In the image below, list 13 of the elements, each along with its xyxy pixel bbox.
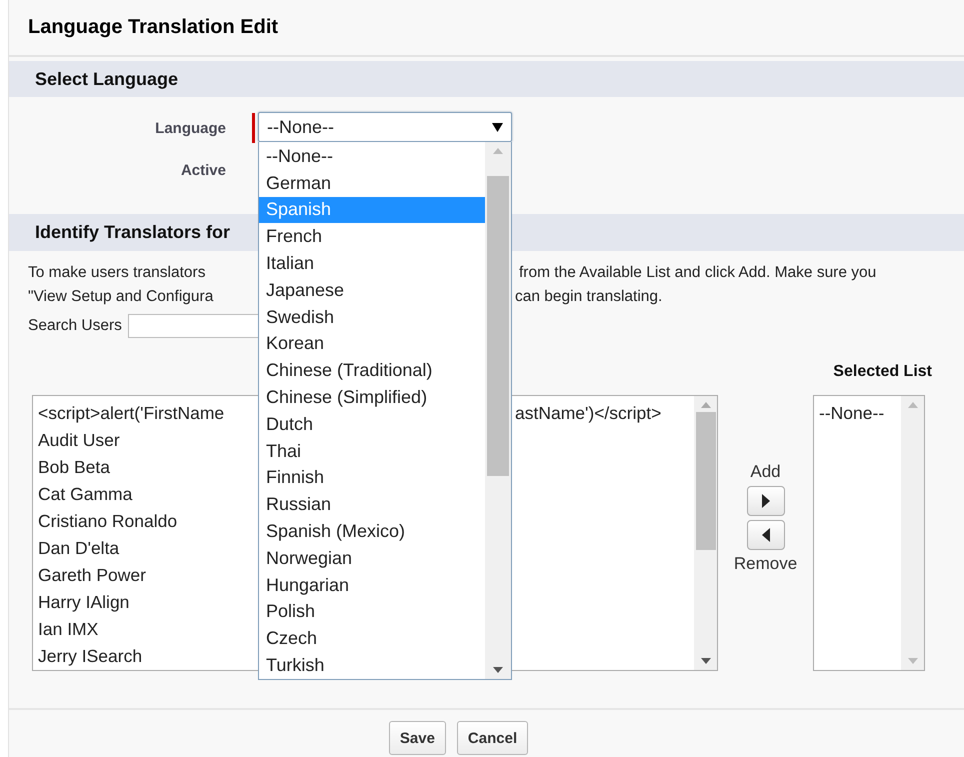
add-label: Add <box>750 462 781 482</box>
instruction-text: from the Available List and click Add. Make sure you <box>519 264 878 282</box>
search-label: Search Users <box>28 317 122 335</box>
page-title: Language Translation Edit <box>28 16 278 39</box>
field-label: Language <box>154 120 226 136</box>
section-title: Identify Translators for <box>35 222 230 243</box>
instruction-text: "View Setup and Configura <box>28 288 214 306</box>
section-title: Select Language <box>35 68 178 90</box>
field-label: Active <box>180 162 226 178</box>
remove-label: Remove <box>734 554 798 574</box>
list-label: Selected List <box>833 363 932 382</box>
instruction-text: can begin translating. <box>515 288 664 306</box>
instruction-text: To make users translators <box>28 264 206 282</box>
